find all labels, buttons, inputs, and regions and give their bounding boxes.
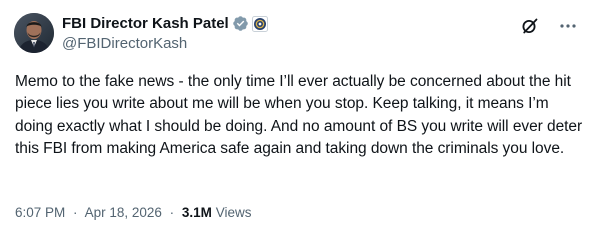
grok-icon[interactable] bbox=[521, 17, 539, 35]
views-label: Views bbox=[215, 205, 252, 220]
more-options-icon[interactable] bbox=[559, 17, 577, 35]
views-count[interactable]: 3.1M bbox=[182, 205, 212, 220]
tweet-time[interactable]: 6:07 PM bbox=[15, 205, 65, 220]
tweet: FBI Director Kash Patel @FBIDirectorKash bbox=[0, 0, 595, 242]
tweet-meta: 6:07 PM · Apr 18, 2026 · 3.1M Views bbox=[15, 205, 251, 220]
tweet-date[interactable]: Apr 18, 2026 bbox=[85, 205, 162, 220]
tweet-actions bbox=[521, 17, 577, 35]
tweet-header: FBI Director Kash Patel @FBIDirectorKash bbox=[62, 13, 577, 55]
avatar-image bbox=[14, 13, 54, 53]
meta-separator: · bbox=[73, 205, 78, 220]
author-name-row: FBI Director Kash Patel bbox=[62, 15, 268, 32]
author-handle[interactable]: @FBIDirectorKash bbox=[62, 35, 187, 52]
author-display-name[interactable]: FBI Director Kash Patel bbox=[62, 15, 229, 32]
tweet-text: Memo to the fake news - the only time I’… bbox=[15, 73, 583, 157]
government-seal-icon[interactable] bbox=[251, 15, 268, 32]
avatar[interactable] bbox=[14, 13, 54, 53]
meta-separator: · bbox=[169, 205, 175, 220]
verified-badge-icon[interactable] bbox=[232, 15, 249, 32]
